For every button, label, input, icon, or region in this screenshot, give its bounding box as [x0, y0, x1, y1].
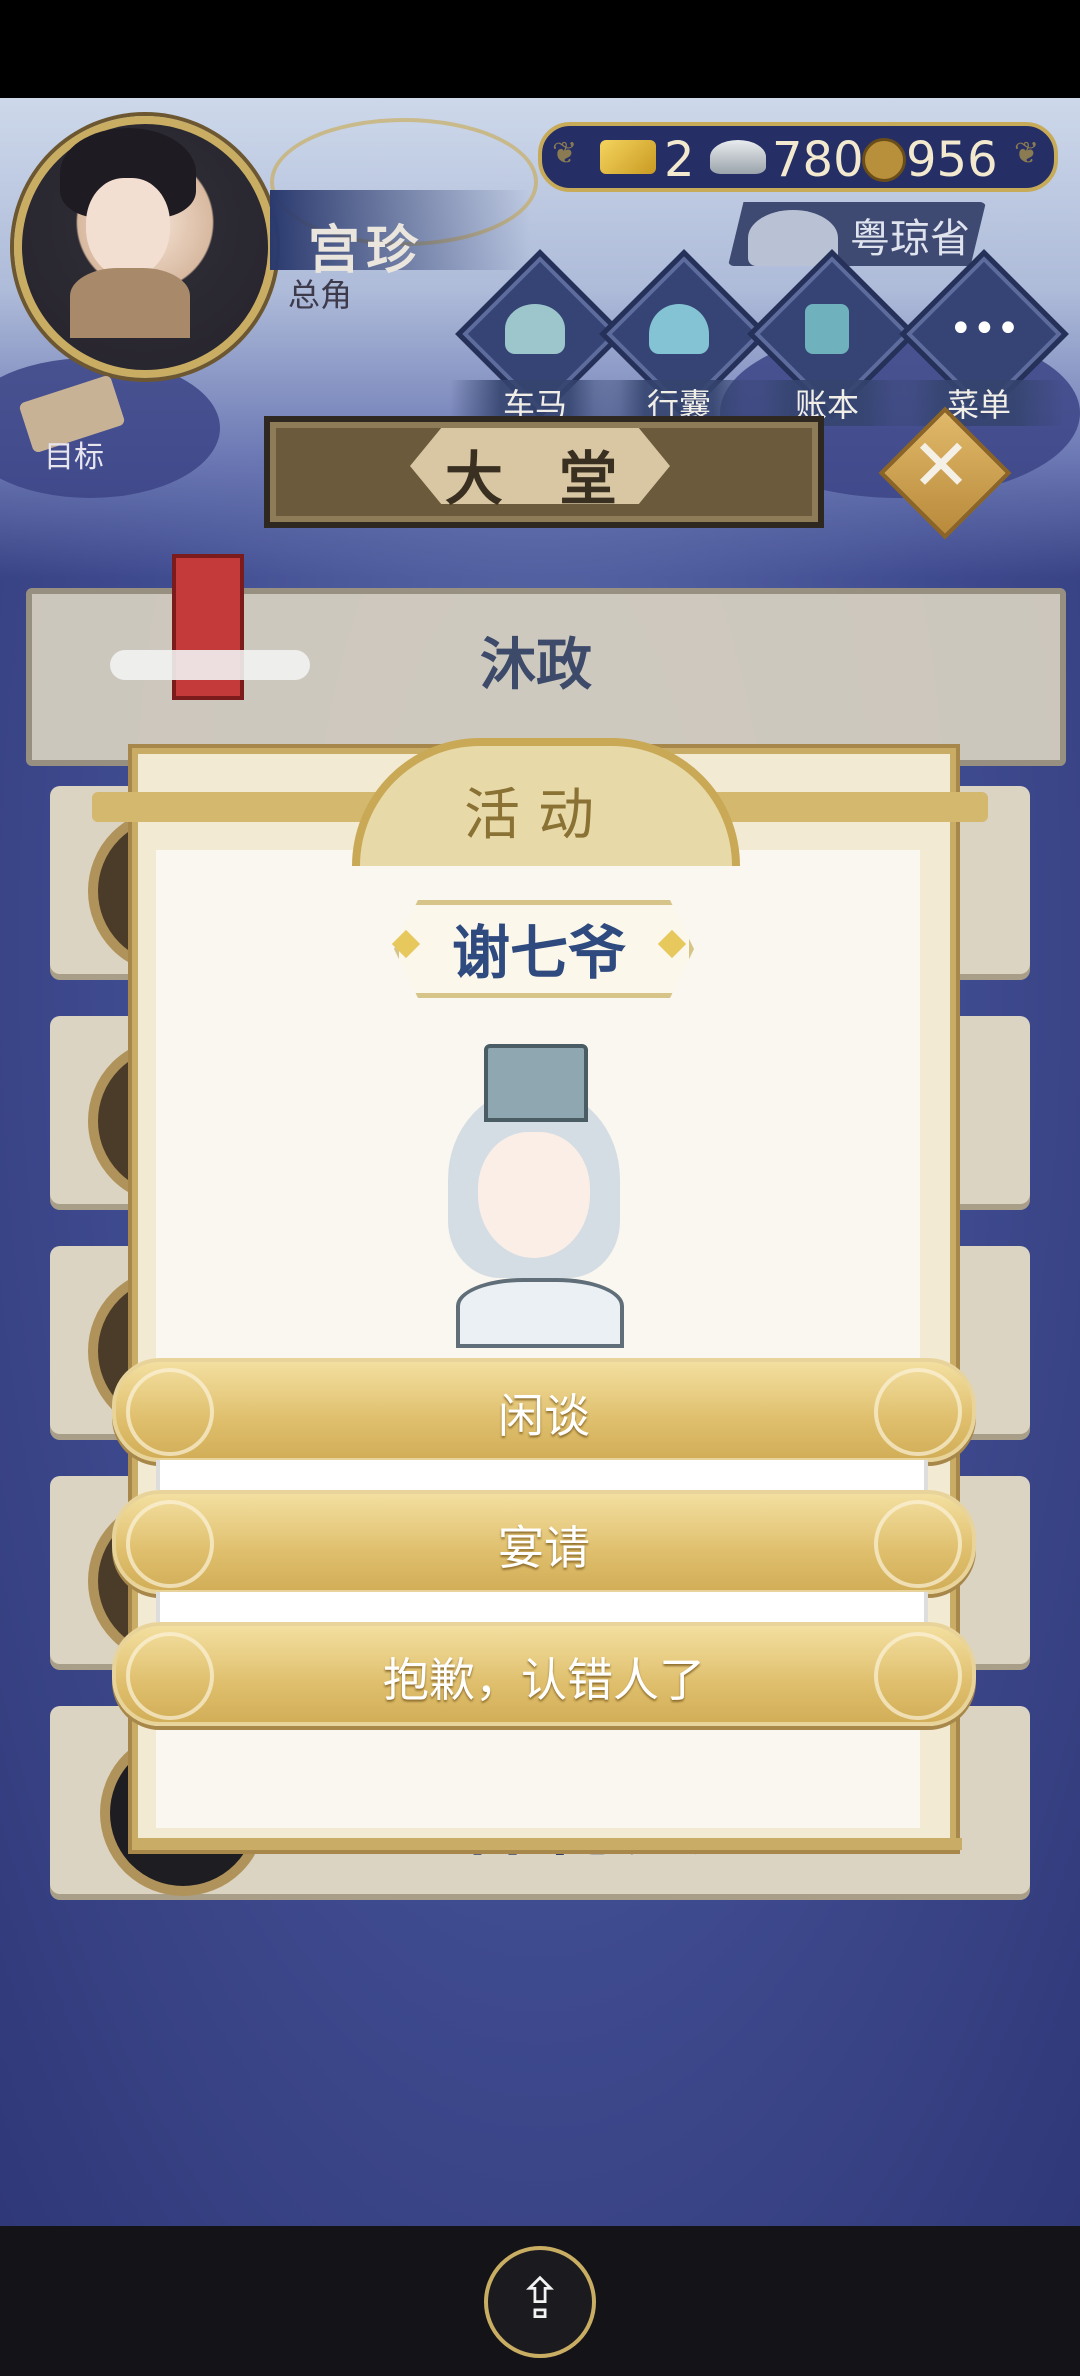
silver-count: 780	[772, 132, 864, 188]
hall-title: 大 堂	[444, 445, 636, 513]
npc-name: 谢七爷	[451, 919, 626, 987]
background-header-title: 沐政	[480, 633, 592, 698]
nav-ledger-button[interactable]: 账本	[742, 249, 917, 426]
option-apologize-button[interactable]: 抱歉，认错人了	[112, 1622, 976, 1726]
option-divider	[156, 1460, 928, 1490]
option-label: 闲谈	[498, 1389, 590, 1443]
carriage-icon	[505, 304, 565, 354]
option-chat-button[interactable]: 闲谈	[112, 1358, 976, 1462]
share-icon: ⇪	[516, 2267, 564, 2332]
silver-ingot-icon	[710, 140, 766, 174]
bamboo-icon: ❦	[1014, 136, 1040, 171]
currency-bar: ❦ 2 780 956 ❦	[538, 122, 1058, 192]
coin-count: 956	[906, 132, 998, 188]
location-label: 粤琼省	[850, 216, 970, 262]
option-banquet-button[interactable]: 宴请	[112, 1490, 976, 1594]
close-icon: ✕	[910, 423, 972, 507]
avatar-robe	[70, 268, 190, 338]
option-divider	[156, 1592, 928, 1622]
dialog-title: 活动	[464, 783, 612, 848]
ledger-icon	[805, 304, 849, 354]
bamboo-icon: ❦	[552, 136, 578, 171]
mist-decoration	[110, 650, 310, 680]
nav-label: 菜单	[894, 380, 1064, 426]
gold-count: 2	[664, 132, 695, 188]
option-label: 宴请	[498, 1521, 590, 1575]
npc-hat	[484, 1044, 588, 1122]
npc-robe	[456, 1278, 624, 1348]
npc-face	[478, 1132, 590, 1258]
player-title: 总角	[288, 276, 353, 314]
gold-bar-icon	[600, 140, 656, 174]
more-icon: •••	[949, 306, 1020, 352]
avatar-face	[86, 178, 170, 278]
nav-menu-button[interactable]: ••• 菜单	[894, 249, 1069, 426]
status-bar	[0, 0, 1080, 98]
nav-bag-button[interactable]: 行囊	[594, 249, 769, 426]
game-stage: 宫珍 总角 ❦ 2 780 956 ❦ 粤琼省 车马 行囊 账本 ••• 菜单 …	[0, 98, 1080, 2226]
option-label: 抱歉，认错人了	[383, 1653, 705, 1707]
goal-label: 目标	[44, 440, 104, 475]
dialog-bottom-rail	[132, 1838, 962, 1850]
copper-coin-icon	[862, 138, 906, 182]
